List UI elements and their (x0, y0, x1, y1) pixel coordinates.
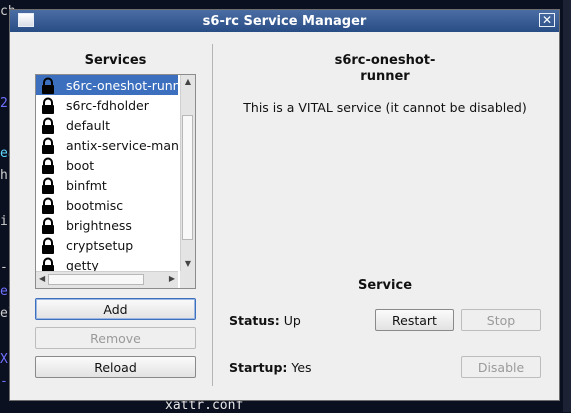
list-item[interactable]: default (36, 115, 178, 135)
lock-icon (42, 217, 54, 234)
list-item[interactable]: s6rc-fdholder (36, 95, 178, 115)
status-value: Up (283, 313, 301, 328)
list-item-label: s6rc-fdholder (66, 97, 149, 113)
service-title-line: s6rc-oneshot- (334, 53, 436, 68)
panel-divider (212, 44, 213, 386)
list-item[interactable]: binfmt (36, 175, 178, 195)
list-item[interactable]: antix-service-manager (36, 135, 178, 155)
scroll-left-arrow-icon[interactable]: ◀ (39, 274, 45, 283)
list-item-label: s6rc-oneshot-runner (66, 77, 178, 93)
disable-button[interactable]: Disable (461, 356, 541, 378)
stop-button[interactable]: Stop (461, 309, 541, 331)
list-item-label: binfmt (66, 177, 107, 193)
startup-label: Startup: (229, 360, 288, 375)
list-item[interactable]: s6rc-oneshot-runner (36, 75, 178, 95)
lock-icon (42, 117, 54, 134)
remove-button[interactable]: Remove (35, 327, 196, 349)
restart-button[interactable]: Restart (375, 309, 454, 331)
lock-icon (42, 77, 54, 94)
list-item-label: bootmisc (66, 197, 124, 213)
scroll-down-arrow-icon[interactable]: ▼ (181, 257, 195, 271)
service-manager-window: s6-rc Service Manager ✕ Services s6rc-on… (9, 9, 560, 401)
lock-icon (42, 137, 54, 154)
service-section-heading: Service (357, 278, 413, 293)
lock-icon (42, 97, 54, 114)
list-item[interactable]: cryptsetup (36, 235, 178, 255)
lock-icon (42, 197, 54, 214)
scroll-right-arrow-icon[interactable]: ▶ (169, 274, 175, 283)
horizontal-scroll-thumb[interactable] (48, 274, 144, 285)
close-icon: ✕ (541, 13, 553, 27)
list-item[interactable]: getty (36, 255, 178, 271)
startup-value: Yes (291, 360, 312, 375)
list-item-label: getty (66, 257, 99, 272)
add-button[interactable]: Add (35, 298, 196, 320)
lock-icon (42, 257, 54, 271)
list-item-label: brightness (66, 217, 132, 233)
list-item-label: default (66, 117, 110, 133)
horizontal-scrollbar[interactable]: ◀ ▶ (36, 271, 178, 288)
list-item[interactable]: bootmisc (36, 195, 178, 215)
title-bar[interactable]: s6-rc Service Manager ✕ (10, 10, 559, 32)
lock-icon (42, 177, 54, 194)
window-title: s6-rc Service Manager (202, 13, 367, 29)
list-item[interactable]: boot (36, 155, 178, 175)
reload-button[interactable]: Reload (35, 356, 196, 378)
list-item-label: antix-service-manager (66, 137, 178, 153)
status-label: Status: (229, 313, 280, 328)
services-list[interactable]: s6rc-oneshot-runner s6rc-fdholder default a… (35, 74, 196, 289)
services-heading: Services (84, 53, 147, 68)
status-row: Status: Up (229, 313, 301, 328)
lock-icon (42, 237, 54, 254)
services-list-items[interactable]: s6rc-oneshot-runner s6rc-fdholder default a… (36, 75, 178, 271)
vertical-scroll-thumb[interactable] (182, 115, 193, 240)
scroll-up-arrow-icon[interactable]: ▲ (181, 75, 195, 89)
startup-row: Startup: Yes (229, 360, 312, 375)
window-menu-button[interactable] (18, 13, 34, 27)
close-button[interactable]: ✕ (539, 13, 555, 27)
vertical-scrollbar[interactable]: ▲ ▼ (180, 75, 195, 271)
lock-icon (42, 157, 54, 174)
scroll-corner (180, 271, 195, 288)
service-title-line: runner (360, 69, 410, 84)
terminal-text: - (0, 260, 8, 275)
list-item-label: boot (66, 157, 95, 173)
service-title: s6rc-oneshot- runner (220, 53, 550, 85)
desktop-edge (563, 0, 571, 412)
list-item-label: cryptsetup (66, 237, 134, 253)
terminal-text: 2 (0, 96, 8, 111)
service-description: This is a VITAL service (it cannot be di… (243, 100, 527, 115)
list-item[interactable]: brightness (36, 215, 178, 235)
